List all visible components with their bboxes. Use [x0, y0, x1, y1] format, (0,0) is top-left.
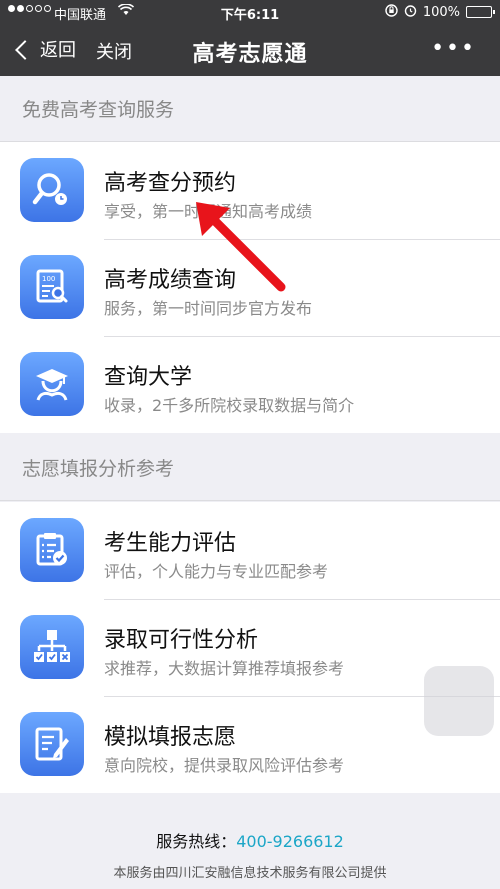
navigation-bar: 返回 关闭 高考志愿通 ••• — [0, 24, 500, 76]
hotline-number-link[interactable]: 400-9266612 — [236, 832, 344, 851]
floating-assistive-button[interactable] — [424, 666, 494, 736]
list-item-query-university[interactable]: 查询大学 收录，2千多所院校录取数据与简介 — [0, 336, 500, 433]
rotation-lock-icon — [385, 4, 398, 20]
footer: 服务热线：400-9266612 本服务由四川汇安融信息技术服务有限公司提供 — [0, 828, 500, 881]
top-bar: 中国联通 下午6:11 100% 返回 关闭 高考志愿通 ••• — [0, 0, 500, 76]
search-clock-icon — [20, 158, 84, 222]
svg-text:100: 100 — [42, 275, 55, 283]
alarm-icon — [404, 4, 417, 20]
item-subtitle: 评估，个人能力与专业匹配参考 — [104, 562, 329, 581]
list-item-score-query[interactable]: 100 高考成绩查询 服务，第一时间同步官方发布 — [0, 239, 500, 336]
item-subtitle: 服务，第一时间同步官方发布 — [104, 299, 313, 318]
item-title: 高考查分预约 — [104, 171, 237, 196]
query-service-list: 高考查分预约 享受，第一时间通知高考成绩 100 高考成绩查询 服务，第一时间同… — [0, 142, 500, 433]
battery-icon — [466, 6, 495, 18]
page-title: 高考志愿通 — [192, 42, 308, 67]
list-item-ability-assessment[interactable]: 考生能力评估 评估，个人能力与专业匹配参考 — [0, 502, 500, 599]
analysis-list: 考生能力评估 评估，个人能力与专业匹配参考 录取可行性分析 求推荐，大数据计算推… — [0, 502, 500, 793]
hotline-label: 服务热线： — [156, 832, 237, 851]
section-header-query: 免费高考查询服务 — [0, 76, 500, 142]
more-menu-button[interactable]: ••• — [431, 36, 476, 61]
item-title: 考生能力评估 — [104, 531, 237, 556]
item-title: 录取可行性分析 — [104, 628, 259, 653]
item-subtitle: 享受，第一时间通知高考成绩 — [104, 202, 313, 221]
status-bar: 中国联通 下午6:11 100% — [0, 0, 500, 24]
item-title: 高考成绩查询 — [104, 268, 237, 293]
graduate-icon — [20, 352, 84, 416]
item-title: 模拟填报志愿 — [104, 725, 237, 750]
item-subtitle: 求推荐，大数据计算推荐填报参考 — [104, 659, 345, 678]
tree-chart-icon — [20, 615, 84, 679]
hotline: 服务热线：400-9266612 — [0, 828, 500, 852]
score-doc-icon: 100 — [20, 255, 84, 319]
list-item-score-reservation[interactable]: 高考查分预约 享受，第一时间通知高考成绩 — [0, 142, 500, 239]
checklist-icon — [20, 518, 84, 582]
item-subtitle: 意向院校，提供录取风险评估参考 — [104, 756, 345, 775]
provider-text: 本服务由四川汇安融信息技术服务有限公司提供 — [113, 866, 387, 881]
item-title: 查询大学 — [104, 365, 193, 390]
section-header-analysis: 志愿填报分析参考 — [0, 435, 500, 501]
item-subtitle: 收录，2千多所院校录取数据与简介 — [104, 396, 355, 415]
battery-percent: 100% — [422, 4, 460, 20]
form-pen-icon — [20, 712, 84, 776]
